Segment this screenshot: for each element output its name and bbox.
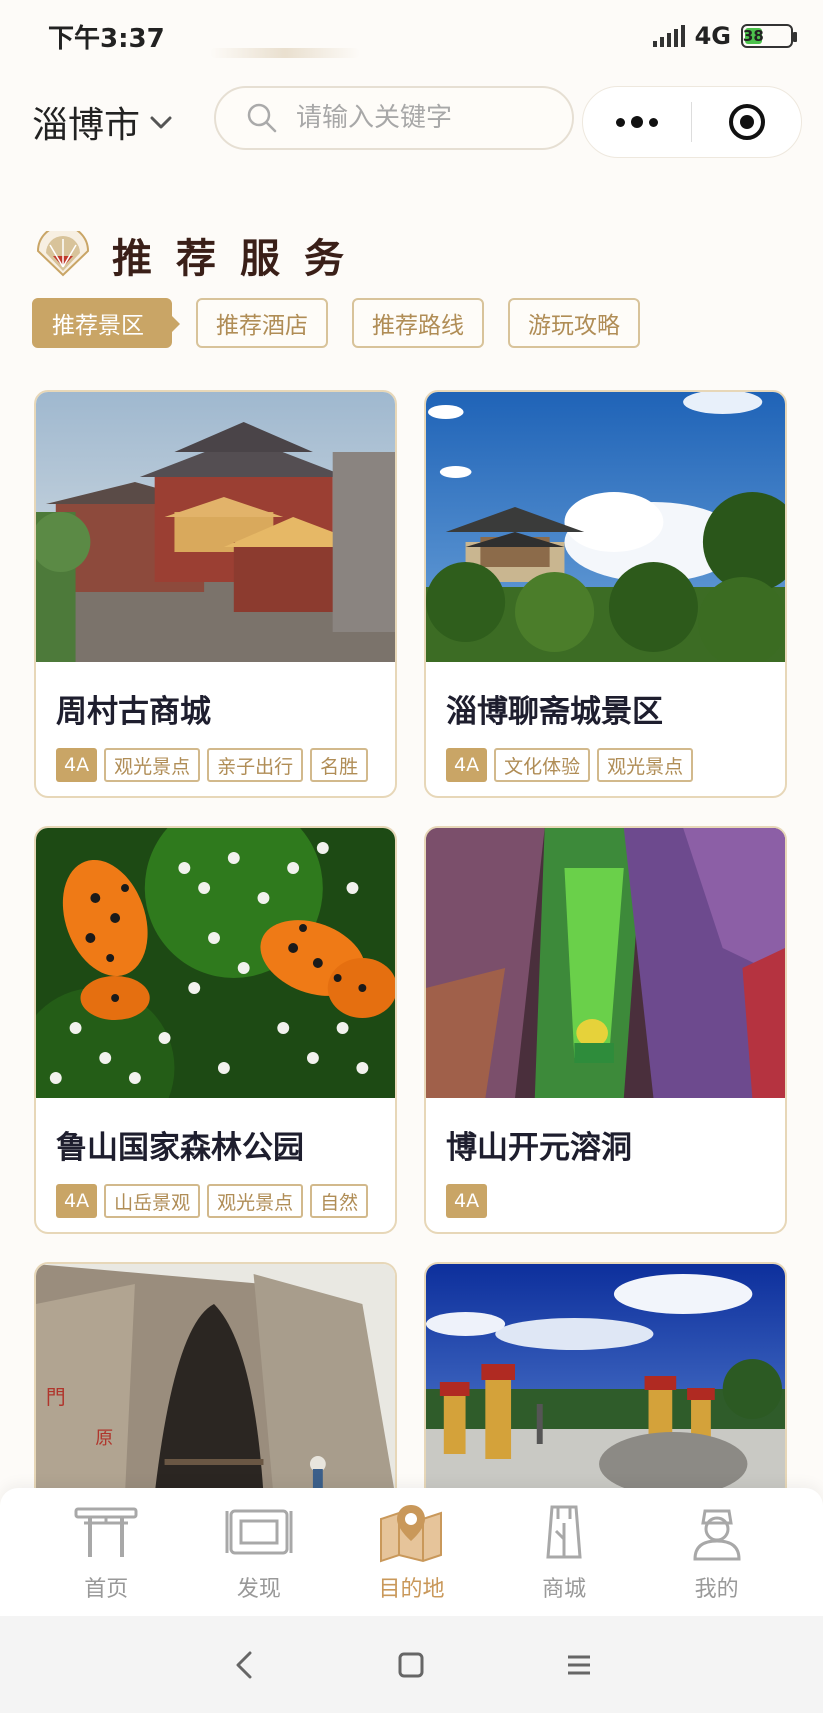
- nav-label: 发现: [236, 1577, 281, 1602]
- scenic-tag: 文化体验: [494, 748, 591, 782]
- scenic-photo: [426, 828, 785, 1098]
- bottom-nav: 首页 发现 目的地 商城 我的: [0, 1488, 823, 1616]
- scenic-tag: 山岳景观: [104, 1184, 201, 1218]
- status-indicators: 4G 38: [652, 22, 797, 50]
- tab-label: 推荐景区: [52, 313, 144, 339]
- chevron-down-icon: [150, 116, 172, 129]
- status-time: 下午3:37: [48, 23, 165, 54]
- tab-recommended-route[interactable]: 推荐路线: [352, 298, 484, 348]
- tab-travel-guide[interactable]: 游玩攻略: [508, 298, 640, 348]
- level-badge: 4A: [446, 748, 488, 782]
- signal-icon: [652, 25, 685, 47]
- nav-label: 商城: [542, 1577, 587, 1602]
- nav-mall[interactable]: 商城: [504, 1501, 624, 1603]
- scenic-tag: 自然: [310, 1184, 369, 1218]
- fan-icon: [36, 231, 90, 277]
- scenic-tag: 名胜: [310, 748, 369, 782]
- square-icon: [398, 1652, 424, 1677]
- scenic-tag: 观光景点: [597, 748, 694, 782]
- nav-label: 目的地: [378, 1577, 445, 1602]
- tab-recommended-scenic[interactable]: 推荐景区: [32, 298, 180, 348]
- scenic-photo: [426, 392, 785, 662]
- tab-label: 游玩攻略: [528, 313, 620, 339]
- nav-label: 首页: [84, 1577, 129, 1602]
- scenic-tags: 4A 文化体验 观光景点: [446, 748, 766, 782]
- shop-robe-icon: [546, 1505, 582, 1559]
- battery-level: 38: [742, 27, 764, 45]
- tab-recommended-hotel[interactable]: 推荐酒店: [196, 298, 328, 348]
- system-nav-bar: [0, 1616, 823, 1713]
- nav-discover[interactable]: 发现: [199, 1501, 319, 1603]
- nav-profile[interactable]: 我的: [657, 1501, 777, 1603]
- level-badge: 4A: [56, 1184, 98, 1218]
- tab-label: 推荐路线: [372, 313, 464, 339]
- scenic-photo: [36, 828, 395, 1098]
- city-selector[interactable]: 淄博市: [32, 96, 174, 148]
- scenic-card[interactable]: [424, 1262, 787, 1492]
- status-bar: 下午3:37 4G 38: [0, 0, 823, 72]
- scenic-tag: 观光景点: [104, 748, 201, 782]
- back-arrow-icon: [236, 1651, 252, 1678]
- nav-destination[interactable]: 目的地: [351, 1501, 471, 1603]
- system-menu-button[interactable]: [549, 1635, 609, 1695]
- section-header: 推荐服务: [34, 222, 368, 288]
- city-name: 淄博市: [32, 105, 141, 146]
- scenic-card[interactable]: 門 原: [34, 1262, 397, 1492]
- header: 淄博市: [0, 86, 823, 158]
- scenic-card[interactable]: 淄博聊斋城景区 4A 文化体验 观光景点: [424, 390, 787, 798]
- nav-home[interactable]: 首页: [46, 1501, 166, 1603]
- scenic-photo: [426, 1264, 785, 1492]
- close-program-button[interactable]: [692, 87, 801, 157]
- service-tabs: 推荐景区 推荐酒店 推荐路线 游玩攻略: [32, 298, 640, 348]
- scenic-photo: 門 原: [36, 1264, 395, 1492]
- section-title: 推荐服务: [112, 235, 368, 282]
- level-badge: 4A: [446, 1184, 488, 1218]
- scenic-card[interactable]: 博山开元溶洞 4A: [424, 826, 787, 1234]
- menu-icon: [568, 1655, 591, 1674]
- search-bar[interactable]: [214, 86, 574, 150]
- rock-inscription: 門: [46, 1386, 66, 1409]
- system-home-button[interactable]: [381, 1635, 441, 1695]
- scenic-tags: 4A 观光景点 亲子出行 名胜: [56, 748, 376, 782]
- scenic-name: 博山开元溶洞: [446, 1130, 632, 1166]
- search-input[interactable]: [296, 103, 536, 133]
- mini-program-capsule: [582, 86, 802, 158]
- scenic-card[interactable]: 鲁山国家森林公园 4A 山岳景观 观光景点 自然: [34, 826, 397, 1234]
- scroll-icon: [225, 1509, 293, 1555]
- scenic-tag: 亲子出行: [207, 748, 304, 782]
- scenic-tag: 观光景点: [207, 1184, 304, 1218]
- scenic-name: 淄博聊斋城景区: [446, 694, 663, 730]
- battery-level-text: 38: [742, 27, 764, 45]
- more-menu-button[interactable]: [583, 87, 691, 157]
- title-decoration: [210, 48, 360, 58]
- level-badge: 4A: [56, 748, 98, 782]
- battery-icon: 38: [741, 24, 797, 48]
- network-type: 4G: [694, 22, 731, 50]
- nav-label: 我的: [694, 1577, 739, 1602]
- scenic-photo: [36, 392, 395, 662]
- home-gate-icon: [74, 1507, 138, 1557]
- person-icon: [693, 1509, 741, 1561]
- dot-icon: [631, 116, 643, 128]
- dot-icon: [616, 117, 625, 127]
- scenic-tags: 4A 山岳景观 观光景点 自然: [56, 1184, 376, 1218]
- dot-icon: [649, 117, 658, 127]
- scenic-name: 鲁山国家森林公园: [56, 1130, 304, 1166]
- rock-inscription: 原: [95, 1428, 113, 1449]
- map-pin-icon: [380, 1505, 443, 1563]
- tab-label: 推荐酒店: [216, 313, 308, 339]
- scenic-card[interactable]: 周村古商城 4A 观光景点 亲子出行 名胜: [34, 390, 397, 798]
- scenic-name: 周村古商城: [56, 694, 211, 730]
- system-back-button[interactable]: [214, 1635, 274, 1695]
- search-icon: [247, 103, 277, 133]
- scenic-tags: 4A: [446, 1184, 766, 1218]
- target-icon: [728, 104, 765, 140]
